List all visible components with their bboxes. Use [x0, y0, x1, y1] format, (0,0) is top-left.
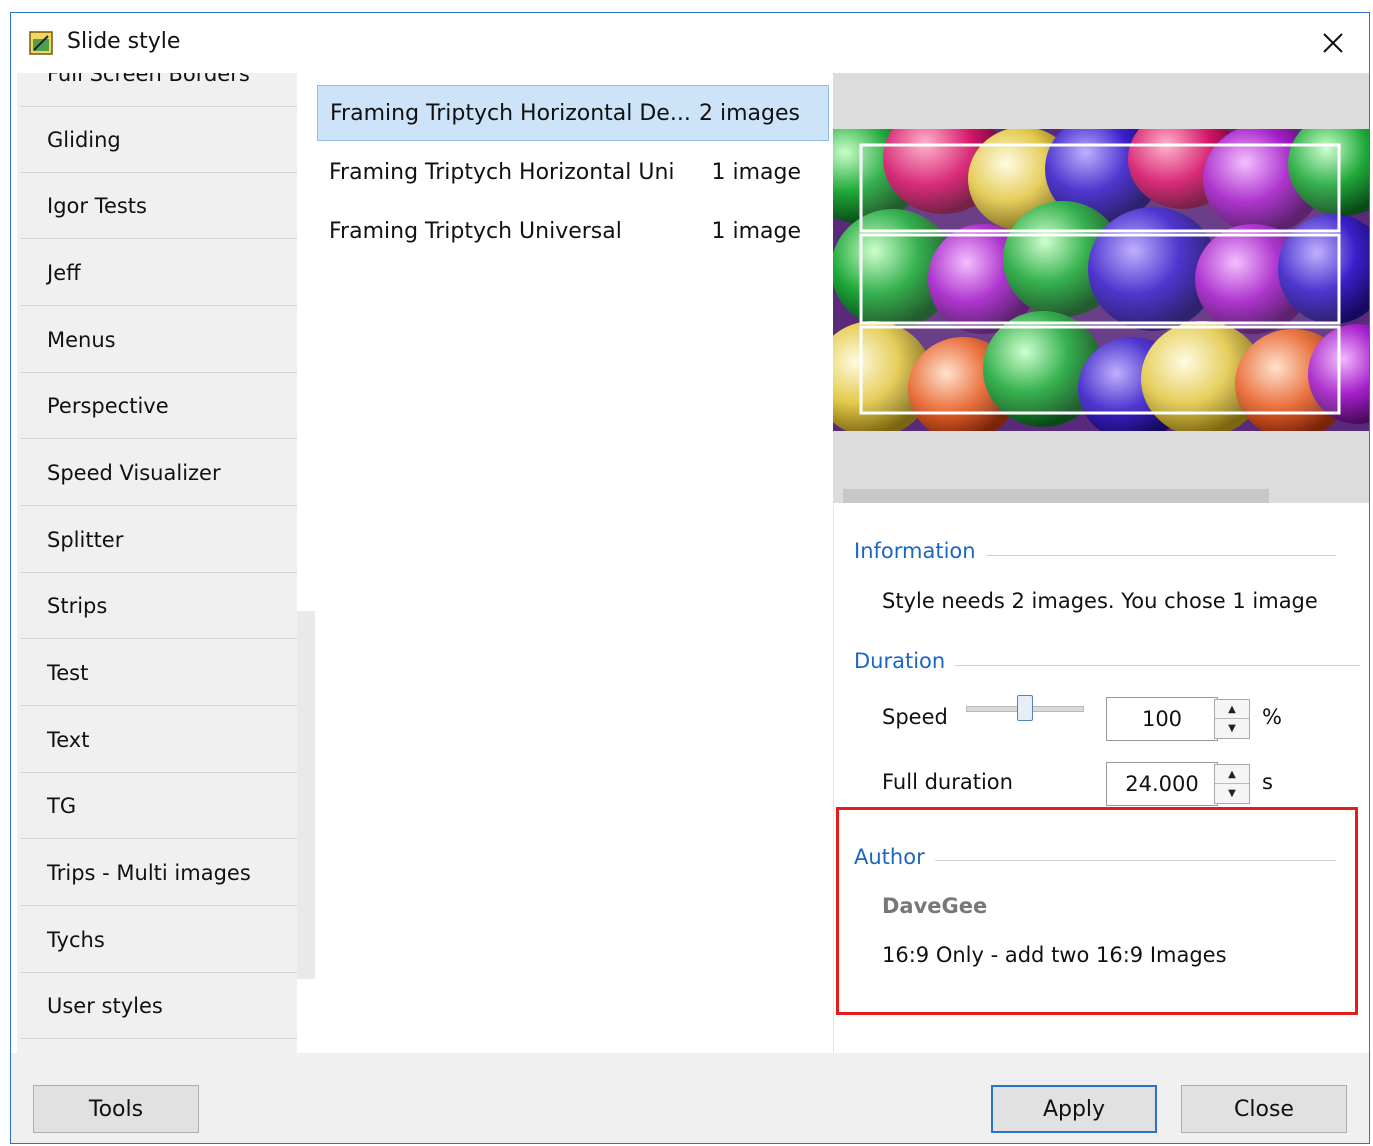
- speed-input[interactable]: 100: [1106, 697, 1218, 741]
- window-title: Slide style: [67, 29, 181, 54]
- category-item[interactable]: Strips: [21, 573, 297, 639]
- style-row[interactable]: Framing Triptych Universal 1 image: [317, 203, 829, 259]
- category-label: Trips - Multi images: [47, 860, 251, 885]
- style-image-count: 1 image: [711, 218, 801, 244]
- category-list[interactable]: Full Screen Borders Gliding Igor Tests J…: [17, 73, 297, 1053]
- divider: [986, 555, 1336, 556]
- category-item[interactable]: Text: [21, 707, 297, 773]
- full-duration-spinner[interactable]: ▲ ▼: [1214, 764, 1250, 804]
- category-label: Menus: [47, 327, 116, 352]
- category-item[interactable]: Trips - Multi images: [21, 840, 297, 906]
- full-duration-input[interactable]: 24.000: [1106, 762, 1218, 806]
- category-item[interactable]: Menus: [21, 307, 297, 373]
- style-image-count: 2 images: [699, 100, 800, 126]
- spin-down-icon[interactable]: ▼: [1215, 719, 1249, 738]
- slide-style-app-icon: [29, 31, 53, 55]
- category-label: Tychs: [47, 927, 105, 952]
- category-item[interactable]: TG: [21, 773, 297, 839]
- balloons-triptych-preview: [833, 129, 1369, 431]
- style-image-count: 1 image: [711, 159, 801, 185]
- close-button[interactable]: Close: [1181, 1085, 1347, 1133]
- information-text: Style needs 2 images. You chose 1 image: [882, 589, 1318, 613]
- author-name: DaveGee: [882, 894, 988, 918]
- category-item[interactable]: Igor Tests: [21, 173, 297, 239]
- category-item[interactable]: Test: [21, 640, 297, 706]
- category-label: User styles: [47, 993, 163, 1018]
- category-item[interactable]: Jeff: [21, 240, 297, 306]
- category-label: Jeff: [47, 260, 81, 285]
- category-label: Strips: [47, 593, 108, 618]
- category-label: Text: [47, 727, 90, 752]
- category-item[interactable]: Full Screen Borders: [21, 73, 297, 107]
- speed-label: Speed: [882, 705, 948, 729]
- speed-slider-thumb[interactable]: [1017, 695, 1033, 721]
- full-duration-unit: s: [1262, 770, 1273, 794]
- spin-up-icon[interactable]: ▲: [1215, 765, 1249, 784]
- close-icon[interactable]: [1315, 25, 1351, 61]
- category-label: TG: [47, 793, 77, 818]
- category-label: Test: [47, 660, 89, 685]
- information-title: Information: [854, 539, 986, 563]
- category-label: Gliding: [47, 127, 121, 152]
- divider: [934, 860, 1336, 861]
- category-label: Speed Visualizer: [47, 460, 221, 485]
- speed-spinner[interactable]: ▲ ▼: [1214, 699, 1250, 739]
- divider: [954, 665, 1360, 666]
- style-row-selected[interactable]: Framing Triptych Horizontal De... 2 imag…: [317, 85, 829, 141]
- author-title: Author: [854, 845, 935, 869]
- category-label: Perspective: [47, 393, 169, 418]
- preview-scrollbar[interactable]: [843, 489, 1269, 503]
- duration-title: Duration: [854, 649, 956, 673]
- category-scrollbar[interactable]: [297, 611, 317, 979]
- category-item[interactable]: Perspective: [21, 373, 297, 439]
- speed-unit: %: [1262, 705, 1282, 729]
- style-preview: [833, 73, 1369, 503]
- category-item[interactable]: Gliding: [21, 107, 297, 173]
- style-row[interactable]: Framing Triptych Horizontal Uni 1 image: [317, 144, 829, 200]
- category-label: Full Screen Borders: [47, 73, 250, 86]
- category-label: Igor Tests: [47, 193, 147, 218]
- apply-button[interactable]: Apply: [991, 1085, 1157, 1133]
- style-name: Framing Triptych Horizontal Uni: [329, 159, 675, 185]
- style-name: Framing Triptych Horizontal De...: [330, 100, 691, 126]
- spin-down-icon[interactable]: ▼: [1215, 784, 1249, 803]
- category-label: Splitter: [47, 527, 124, 552]
- style-name: Framing Triptych Universal: [329, 218, 622, 244]
- category-item[interactable]: Tychs: [21, 907, 297, 973]
- category-item[interactable]: User styles: [21, 973, 297, 1039]
- style-info-panel: Information Style needs 2 images. You ch…: [833, 505, 1369, 1053]
- spin-up-icon[interactable]: ▲: [1215, 700, 1249, 719]
- slide-style-dialog: Slide style Full Screen Borders Gliding …: [10, 12, 1370, 1144]
- category-item[interactable]: Splitter: [21, 507, 297, 573]
- author-note: 16:9 Only - add two 16:9 Images: [882, 943, 1227, 967]
- category-item[interactable]: Speed Visualizer: [21, 440, 297, 506]
- title-bar: Slide style: [11, 13, 1369, 73]
- full-duration-label: Full duration: [882, 770, 1013, 794]
- tools-button[interactable]: Tools: [33, 1085, 199, 1133]
- button-bar: Tools Apply Close: [11, 1053, 1369, 1143]
- style-list[interactable]: Framing Triptych Horizontal De... 2 imag…: [315, 73, 831, 1053]
